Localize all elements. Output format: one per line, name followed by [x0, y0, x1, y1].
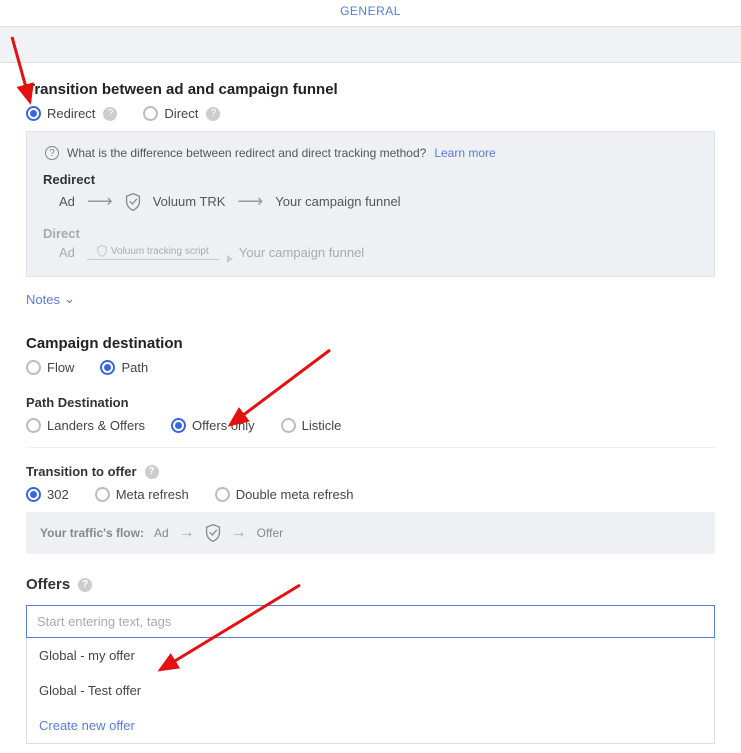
traffic-flow-label: Your traffic's flow: [40, 526, 144, 540]
info-box: ? What is the difference between redirec… [26, 131, 715, 277]
radio-double-meta-refresh[interactable]: Double meta refresh [215, 487, 354, 502]
divider [26, 447, 715, 448]
radio-icon [26, 487, 41, 502]
redirect-flow-label: Redirect [43, 172, 698, 187]
transition-offer-radio-group: 302 Meta refresh Double meta refresh [26, 487, 715, 502]
flow-ad: Ad [154, 526, 169, 540]
transition-offer-title: Transition to offer ? [26, 464, 715, 479]
flow-script: Voluum tracking script [111, 246, 209, 257]
radio-icon [143, 106, 158, 121]
radio-icon [281, 418, 296, 433]
radio-listicle-label: Listicle [302, 418, 342, 433]
help-icon[interactable]: ? [145, 465, 159, 479]
notes-toggle[interactable]: Notes ⌄ [26, 291, 715, 307]
path-destination-label: Path Destination [26, 395, 715, 410]
radio-icon [215, 487, 230, 502]
flow-ad: Ad [59, 194, 75, 209]
tab-general[interactable]: GENERAL [0, 0, 741, 27]
arrow-icon: ⟶ [237, 191, 263, 212]
radio-direct[interactable]: Direct ? [143, 106, 220, 121]
transition-title: Transition between ad and campaign funne… [26, 81, 715, 98]
arrow-icon: → [231, 524, 247, 542]
radio-icon [95, 487, 110, 502]
help-icon[interactable]: ? [103, 107, 117, 121]
flow-trk: Voluum TRK [153, 194, 226, 209]
radio-listicle[interactable]: Listicle [281, 418, 342, 433]
header-band [0, 27, 741, 63]
radio-icon [26, 418, 41, 433]
question-icon: ? [45, 146, 59, 160]
script-arrow: Voluum tracking script [87, 245, 227, 260]
radio-landers-offers[interactable]: Landers & Offers [26, 418, 145, 433]
radio-offers-only[interactable]: Offers only [171, 418, 255, 433]
dropdown-item-offer[interactable]: Global - Test offer [27, 673, 714, 708]
destination-title: Campaign destination [26, 335, 715, 352]
radio-icon [171, 418, 186, 433]
destination-radio-group: Flow Path [26, 360, 715, 375]
radio-path-label: Path [121, 360, 148, 375]
radio-redirect[interactable]: Redirect ? [26, 106, 117, 121]
direct-flow: Ad Voluum tracking script Your campaign … [43, 245, 698, 260]
path-destination-radio-group: Landers & Offers Offers only Listicle [26, 418, 715, 433]
redirect-flow: Ad ⟶ Voluum TRK ⟶ Your campaign funnel [43, 191, 698, 212]
radio-meta-refresh-label: Meta refresh [116, 487, 189, 502]
radio-flow-label: Flow [47, 360, 74, 375]
offers-dropdown: Global - my offer Global - Test offer Cr… [26, 638, 715, 744]
flow-funnel: Your campaign funnel [239, 245, 364, 260]
radio-landers-offers-label: Landers & Offers [47, 418, 145, 433]
radio-icon [26, 106, 41, 121]
help-icon[interactable]: ? [206, 107, 220, 121]
info-question-text: What is the difference between redirect … [67, 146, 426, 160]
radio-icon [26, 360, 41, 375]
arrow-icon: → [179, 524, 195, 542]
shield-icon [205, 524, 221, 542]
direct-flow-label: Direct [43, 226, 698, 241]
radio-302-label: 302 [47, 487, 69, 502]
shield-icon [125, 193, 141, 211]
radio-offers-only-label: Offers only [192, 418, 255, 433]
radio-direct-label: Direct [164, 106, 198, 121]
radio-path[interactable]: Path [100, 360, 148, 375]
dropdown-create-offer[interactable]: Create new offer [27, 708, 714, 743]
chevron-down-icon: ⌄ [64, 291, 75, 307]
radio-302[interactable]: 302 [26, 487, 69, 502]
flow-ad: Ad [59, 245, 75, 260]
notes-label: Notes [26, 292, 60, 307]
traffic-flow-bar: Your traffic's flow: Ad → → Offer [26, 512, 715, 554]
radio-double-meta-refresh-label: Double meta refresh [236, 487, 354, 502]
dropdown-item-offer[interactable]: Global - my offer [27, 638, 714, 673]
offers-title: Offers ? [26, 576, 715, 593]
shield-icon [97, 245, 107, 257]
flow-offer: Offer [257, 526, 283, 540]
radio-meta-refresh[interactable]: Meta refresh [95, 487, 189, 502]
flow-funnel: Your campaign funnel [275, 194, 400, 209]
offers-search-input[interactable] [26, 605, 715, 638]
learn-more-link[interactable]: Learn more [434, 146, 495, 160]
radio-flow[interactable]: Flow [26, 360, 74, 375]
radio-redirect-label: Redirect [47, 106, 95, 121]
info-question-row: ? What is the difference between redirec… [43, 146, 698, 160]
arrow-icon: ⟶ [87, 191, 113, 212]
radio-icon [100, 360, 115, 375]
help-icon[interactable]: ? [78, 578, 92, 592]
transition-radio-group: Redirect ? Direct ? [26, 106, 715, 121]
